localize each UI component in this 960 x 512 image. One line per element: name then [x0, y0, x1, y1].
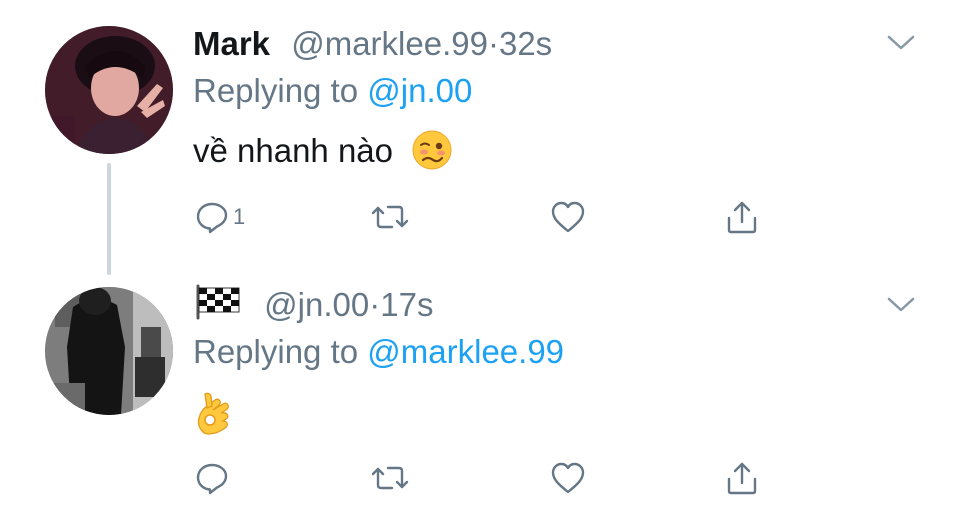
- reply-count: 1: [233, 204, 246, 229]
- tweet-text-row: [193, 392, 237, 446]
- reply-button[interactable]: [195, 458, 233, 498]
- retweet-button[interactable]: [370, 197, 410, 237]
- share-icon: [727, 201, 757, 234]
- replying-to-line: Replying to @jn.00: [193, 71, 472, 111]
- tweet-header: @jn.00·17s: [193, 284, 433, 329]
- tweet-mark[interactable]: Mark @marklee.99·32s Replying to @jn.00 …: [0, 0, 960, 270]
- chevron-down-icon[interactable]: [886, 34, 916, 52]
- timestamp[interactable]: 17s: [380, 286, 433, 323]
- replying-to-label: Replying to: [193, 333, 359, 370]
- user-handle[interactable]: @marklee.99: [291, 25, 488, 62]
- tweet-text: về nhanh nào: [193, 132, 394, 169]
- reply-button[interactable]: 1: [195, 197, 245, 237]
- share-button[interactable]: [724, 458, 760, 498]
- retweet-icon: [371, 205, 409, 229]
- avatar[interactable]: [45, 26, 173, 154]
- tweet-header: Mark @marklee.99·32s: [193, 24, 552, 64]
- heart-icon: [551, 201, 585, 233]
- avatar[interactable]: [45, 287, 173, 415]
- like-button[interactable]: [550, 458, 586, 498]
- tweet-text-row: về nhanh nào: [193, 130, 452, 172]
- display-name[interactable]: Mark: [193, 25, 270, 62]
- reply-icon: [196, 463, 228, 495]
- chevron-down-icon[interactable]: [886, 296, 916, 314]
- replying-to-mention[interactable]: @jn.00: [367, 72, 472, 109]
- tweet-jn[interactable]: @jn.00·17s Replying to @marklee.99: [0, 270, 960, 512]
- user-handle[interactable]: @jn.00: [264, 286, 369, 323]
- retweet-icon: [371, 466, 409, 490]
- share-icon: [727, 462, 757, 495]
- ok-hand-emoji-icon: [197, 392, 229, 435]
- reply-icon: [196, 202, 228, 234]
- replying-to-line: Replying to @marklee.99: [193, 332, 564, 372]
- like-button[interactable]: [550, 197, 586, 237]
- heart-icon: [551, 462, 585, 494]
- replying-to-mention[interactable]: @marklee.99: [367, 333, 564, 370]
- retweet-button[interactable]: [370, 458, 410, 498]
- tweet-actions: 1: [193, 197, 793, 237]
- timestamp[interactable]: 32s: [499, 25, 552, 62]
- separator-dot: ·: [369, 286, 381, 323]
- woozy-face-emoji-icon: [412, 130, 452, 170]
- replying-to-label: Replying to: [193, 72, 359, 109]
- separator-dot: ·: [487, 25, 499, 62]
- tweet-actions: [193, 458, 793, 498]
- checkered-flag-icon: [193, 284, 241, 329]
- share-button[interactable]: [724, 197, 760, 237]
